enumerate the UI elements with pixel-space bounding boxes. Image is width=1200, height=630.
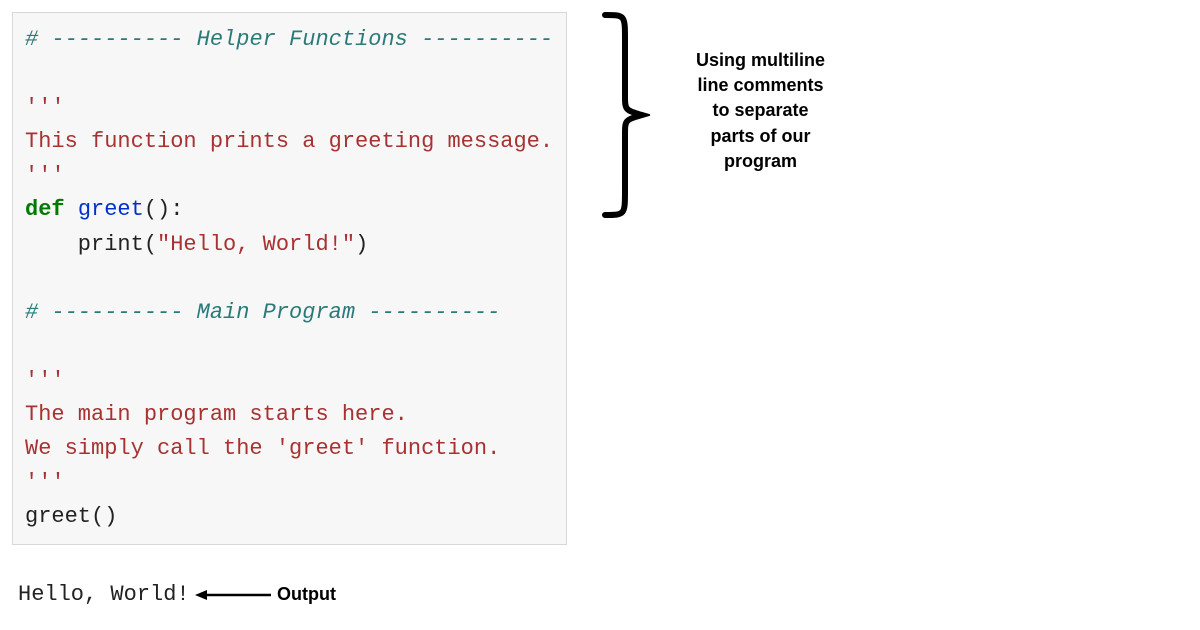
annotation-line: program [668, 149, 853, 174]
brace-icon [590, 10, 650, 220]
annotation-line: line comments [668, 73, 853, 98]
annotation-line: to separate [668, 98, 853, 123]
arrow-icon [195, 588, 273, 602]
output-label: Output [277, 584, 336, 605]
annotation-line: parts of our [668, 124, 853, 149]
annotation-text: Using multiline line comments to separat… [668, 48, 853, 174]
annotation-line: Using multiline [668, 48, 853, 73]
code-block: # ---------- Helper Functions ----------… [12, 12, 567, 545]
program-output: Hello, World! [18, 582, 190, 607]
